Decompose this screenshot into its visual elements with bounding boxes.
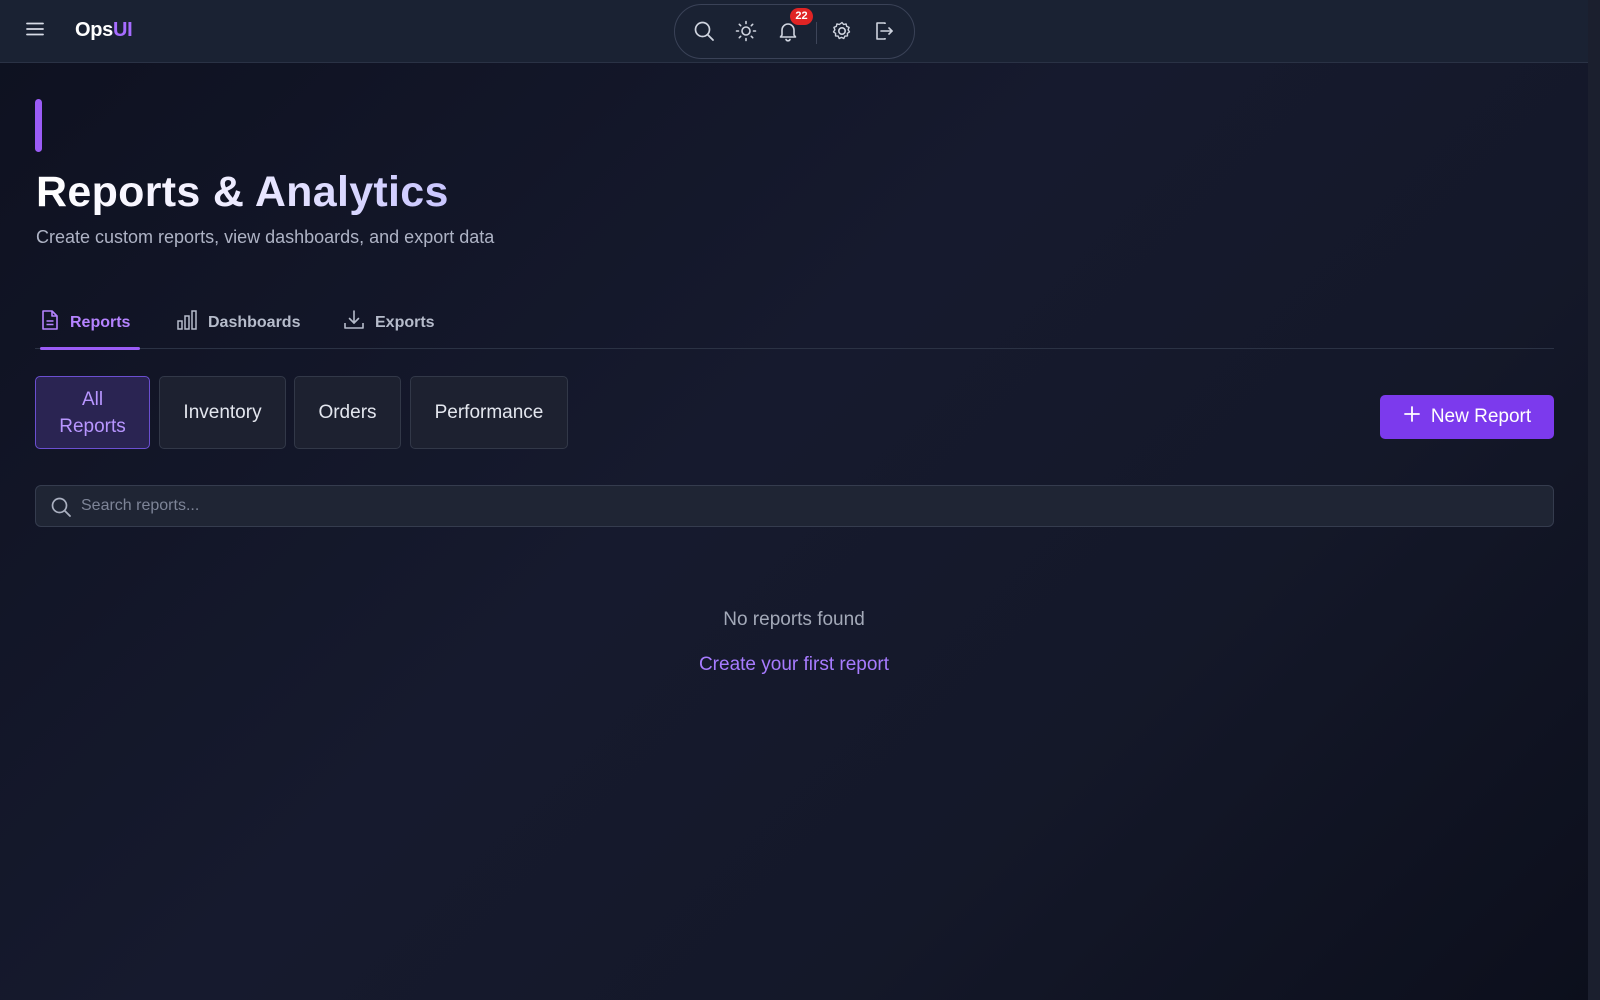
menu-icon: [26, 22, 44, 41]
settings-button[interactable]: [830, 21, 854, 45]
top-bar: OpsUI 22: [0, 0, 1588, 63]
download-icon: [343, 309, 365, 336]
brand-prefix: Ops: [75, 19, 113, 41]
filter-orders[interactable]: Orders: [294, 376, 401, 449]
create-first-report-link[interactable]: Create your first report: [699, 654, 889, 675]
bar-chart-icon: [176, 309, 198, 336]
filter-all-reports[interactable]: All Reports: [35, 376, 150, 449]
filter-inventory[interactable]: Inventory: [159, 376, 286, 449]
empty-state-message: No reports found: [723, 609, 865, 630]
brand-suffix: UI: [113, 19, 133, 41]
toolbar-group: 22: [674, 4, 915, 59]
empty-state-container: Create your first report: [0, 654, 1588, 676]
tab-dashboards-label: Dashboards: [208, 313, 301, 331]
brand-logo[interactable]: OpsUI: [75, 19, 133, 42]
tab-dashboards[interactable]: Dashboards: [176, 296, 300, 349]
logout-button[interactable]: [872, 21, 896, 45]
page-subtitle: Create custom reports, view dashboards, …: [36, 227, 495, 247]
menu-button[interactable]: [24, 20, 46, 42]
new-report-button[interactable]: New Report: [1380, 395, 1554, 439]
tab-exports[interactable]: Exports: [343, 296, 435, 349]
file-text-icon: [40, 309, 60, 336]
search-icon: [693, 20, 715, 47]
tab-reports[interactable]: Reports: [40, 296, 140, 350]
tab-exports-label: Exports: [375, 313, 435, 331]
tab-bar: Reports Dashboards Exports: [35, 296, 1554, 350]
filter-performance[interactable]: Performance: [410, 376, 568, 449]
new-report-label: New Report: [1430, 406, 1532, 427]
toolbar-divider: [816, 22, 817, 44]
scrollbar[interactable]: [1588, 0, 1600, 1000]
sun-icon: [735, 20, 757, 47]
search-button[interactable]: [692, 21, 716, 45]
notification-badge: 22: [790, 8, 813, 25]
search-input[interactable]: [81, 486, 1541, 526]
gear-icon: [831, 20, 853, 47]
title-accent-bar: [35, 99, 42, 152]
search-bar: [35, 485, 1554, 527]
theme-toggle-button[interactable]: [734, 20, 758, 47]
plus-icon: [1403, 405, 1421, 429]
search-icon: [50, 496, 72, 518]
page-title: Reports & Analytics: [36, 168, 449, 216]
logout-icon: [873, 20, 895, 47]
tab-reports-label: Reports: [70, 313, 131, 331]
